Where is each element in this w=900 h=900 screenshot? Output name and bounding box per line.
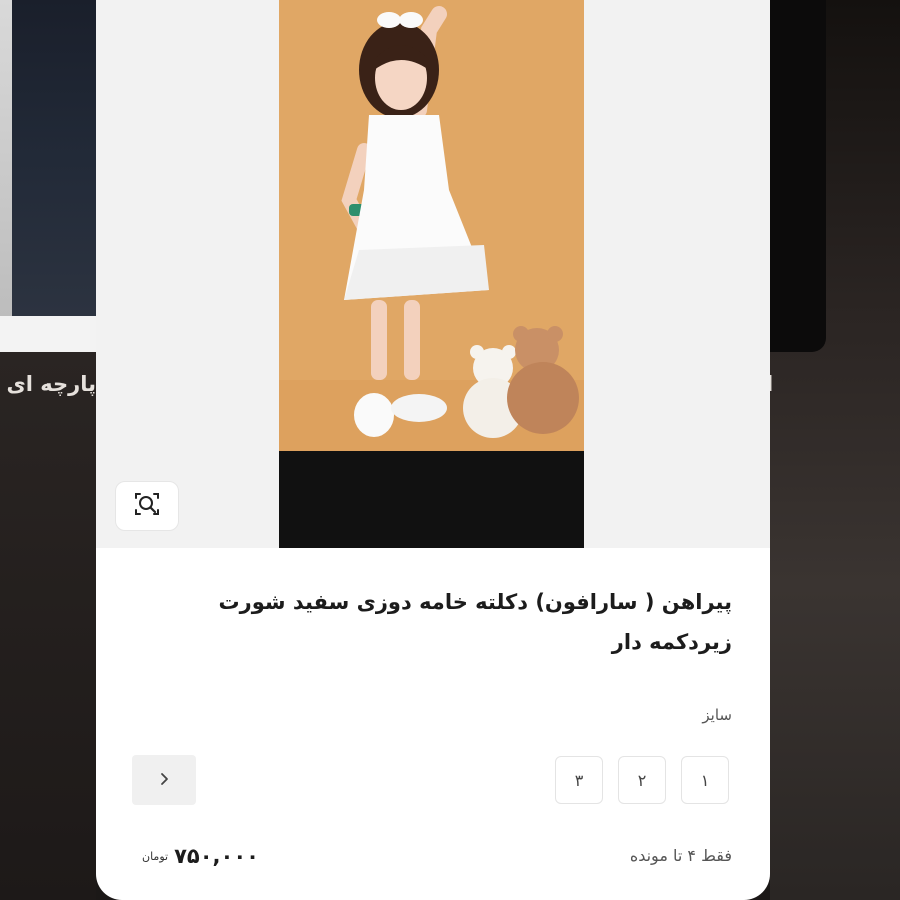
backdrop-left [0,352,96,900]
zoom-image-button[interactable] [115,481,179,531]
chevron-right-icon [157,771,171,790]
size-option-1[interactable]: ۱ [681,756,729,804]
product-photo-illustration [279,0,584,451]
product-image[interactable] [279,0,584,548]
product-title: پیراهن ( سارافون) دکلته خامه دوزی سفید ش… [218,590,733,654]
adjacent-card-left [0,0,96,352]
zoom-search-icon [133,490,161,522]
size-option-2[interactable]: ۲ [618,756,666,804]
product-sheet: پیراهن ( سارافون) دکلته خامه دوزی سفید ش… [96,0,770,900]
size-option-3[interactable]: ۳ [555,756,603,804]
adjacent-card-left-image [0,0,96,316]
image-letterbox [279,451,584,548]
product-gallery[interactable] [96,0,770,548]
stock-status: فقط ۴ تا مونده [629,846,732,865]
price-value: ۷۵۰,۰۰۰ [174,844,259,868]
size-label: سایز [702,706,732,724]
adjacent-card-left-title: پارچه ای [6,372,97,396]
price: تومان ۷۵۰,۰۰۰ [142,844,259,868]
adjacent-card-right [770,0,826,352]
next-button[interactable] [132,755,196,805]
currency-label: تومان [142,849,169,863]
